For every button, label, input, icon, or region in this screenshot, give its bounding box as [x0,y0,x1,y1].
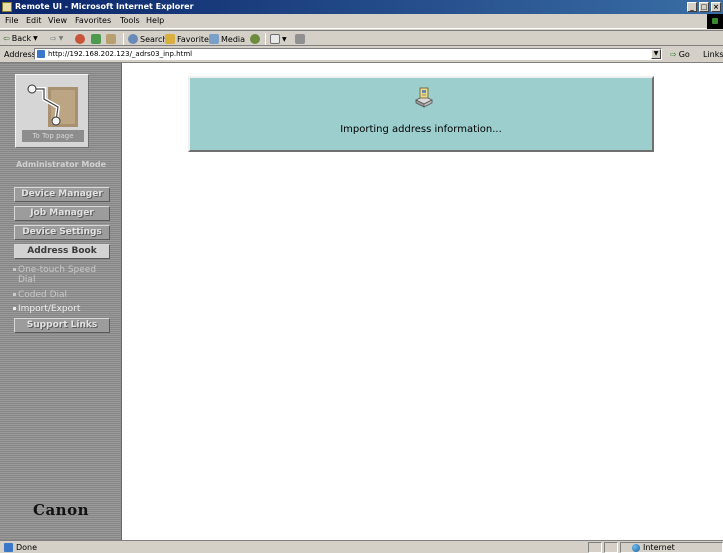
favorites-button[interactable]: Favorites [165,34,213,44]
subnav-coded-dial[interactable]: Coded Dial [13,290,114,300]
home-button[interactable] [106,34,116,44]
go-button[interactable]: ⇨ Go [670,50,690,59]
address-input[interactable]: http://192.168.202.123/_adrs03_inp.html … [34,48,662,60]
subnav-import-export[interactable]: Import/Export [13,304,114,314]
forward-arrow-icon: ⇨ [50,34,57,43]
bullet-icon [13,307,16,310]
nav-support-links[interactable]: Support Links [14,318,110,333]
internet-globe-icon [632,543,640,552]
address-dropdown-icon[interactable]: ▼ [651,49,661,59]
mail-button[interactable]: ▼ [270,34,287,44]
window-title: Remote UI - Microsoft Internet Explorer [15,2,194,11]
menu-help[interactable]: Help [146,16,164,25]
top-page-icon [27,84,78,127]
mail-icon [270,34,280,44]
search-label: Search [140,34,168,44]
menu-view[interactable]: View [48,16,67,25]
toolbar-separator [265,33,266,45]
back-arrow-icon: ⇦ [3,34,10,43]
page-icon [37,50,45,58]
page-done-icon [4,543,13,552]
bullet-icon [13,293,16,296]
to-top-page-button[interactable]: To Top page [15,74,89,148]
status-pane [588,542,602,553]
back-label: Back [11,34,32,43]
menu-file[interactable]: File [5,16,18,25]
favorites-icon [165,34,175,44]
address-book-import-icon [415,87,433,108]
import-status-box: Importing address information... [188,76,654,152]
canon-logo: Canon [33,501,89,519]
stop-icon [75,34,85,44]
menu-edit[interactable]: Edit [26,16,42,25]
subnav-label: Import/Export [18,304,81,314]
security-zone: Internet [632,543,675,552]
nav-address-book[interactable]: Address Book [14,244,110,259]
administrator-mode-label: Administrator Mode [15,160,107,169]
back-button[interactable]: ⇦ Back ▼ [3,34,38,43]
address-url: http://192.168.202.123/_adrs03_inp.html [48,50,193,58]
menu-tools[interactable]: Tools [120,16,140,25]
to-top-page-label: To Top page [22,130,84,142]
forward-button[interactable]: ⇨ ▼ [50,34,63,43]
history-button[interactable] [250,34,260,44]
search-button[interactable]: Search [128,34,167,44]
refresh-button[interactable] [91,34,101,44]
sidebar-nav: To Top page Administrator Mode Device Ma… [0,63,122,541]
favorites-label: Favorites [177,34,214,44]
go-arrow-icon: ⇨ [670,50,677,59]
back-dropdown-icon: ▼ [33,35,38,42]
status-bar: Done Internet [0,540,723,553]
forward-dropdown-icon: ▼ [58,35,64,42]
toolbar-separator [123,33,124,45]
mail-dropdown-icon: ▼ [282,35,287,43]
go-label: Go [678,50,690,59]
menu-favorites[interactable]: Favorites [75,16,111,25]
subnav-label: Coded Dial [18,290,68,300]
media-icon [209,34,219,44]
page-content: To Top page Administrator Mode Device Ma… [0,62,723,541]
subnav-label: One-touch Speed Dial [18,265,97,285]
restore-button[interactable]: □ [699,2,709,12]
print-icon [295,34,305,44]
standard-toolbar: ⇦ Back ▼ ⇨ ▼ Search Favorites Media ▼ [0,30,723,46]
status-pane [604,542,618,553]
address-label: Address [4,50,36,59]
bullet-icon [13,268,16,271]
status-text: Done [16,543,38,552]
home-icon [106,34,116,44]
print-button[interactable] [295,34,305,44]
title-bar: Remote UI - Microsoft Internet Explorer … [0,0,723,14]
media-label: Media [221,34,246,44]
address-bar: Address http://192.168.202.123/_adrs03_i… [0,47,723,61]
menu-bar: File Edit View Favorites Tools Help [0,14,723,29]
nav-device-manager[interactable]: Device Manager [14,187,110,202]
media-button[interactable]: Media [209,34,245,44]
stop-button[interactable] [75,34,85,44]
ie-app-icon[interactable] [2,2,12,12]
close-button[interactable]: × [711,2,721,12]
windows-logo-throbber [707,14,723,29]
links-button[interactable]: Links [703,50,723,59]
refresh-icon [91,34,101,44]
minimize-button[interactable]: _ [687,2,697,12]
search-icon [128,34,138,44]
nav-job-manager[interactable]: Job Manager [14,206,110,221]
import-status-message: Importing address information... [340,124,502,135]
nav-device-settings[interactable]: Device Settings [14,225,110,240]
zone-label: Internet [643,543,675,552]
history-icon [250,34,260,44]
subnav-one-touch-speed-dial[interactable]: One-touch Speed Dial [13,265,114,285]
